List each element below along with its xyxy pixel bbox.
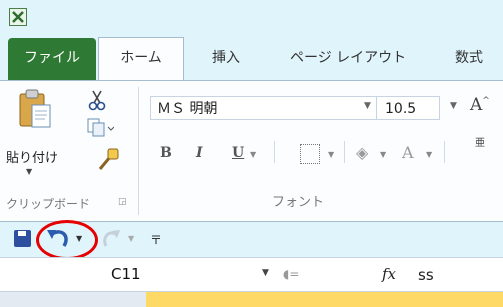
bold-button[interactable]: B (160, 145, 172, 161)
phonetic-guide-button[interactable]: 亜 (475, 137, 491, 169)
font-group-label: フォント (272, 195, 325, 210)
chevron-down-icon[interactable]: ▼ (328, 150, 334, 159)
underline-button[interactable]: U (232, 145, 244, 161)
insert-function-icon[interactable]: fx (382, 265, 396, 283)
grow-font-button[interactable]: A^ (470, 95, 490, 115)
fill-color-icon[interactable]: ◈ (356, 143, 368, 162)
formula-bar: C11 ▼ ◖= fx ss (0, 257, 503, 292)
paste-button[interactable]: 貼り付け ▼ (6, 89, 62, 189)
highlight-circle (36, 220, 98, 260)
chevron-down-icon[interactable]: ▼ (250, 150, 256, 159)
chevron-down-icon[interactable]: ▼ (128, 234, 134, 243)
chevron-down-icon[interactable]: ▼ (262, 268, 269, 278)
title-bar (0, 0, 503, 38)
tab-page-layout[interactable]: ページ レイアウト (290, 38, 410, 80)
save-icon-slot (18, 231, 26, 236)
customize-qat-icon[interactable]: 〒 (150, 231, 162, 248)
excel-app-icon[interactable] (9, 8, 27, 26)
font-size-combobox[interactable]: 10.5 (376, 96, 440, 120)
italic-button[interactable]: I (196, 145, 203, 161)
ribbon: 貼り付け ▼ クリップボード ◲ ＭＳ 明朝 ▼ 10.5 ▼ A^ B I U… (0, 80, 503, 222)
formula-input[interactable]: ss (418, 264, 503, 286)
tab-formulas[interactable]: 数式 (455, 38, 503, 80)
chevron-down-icon[interactable]: ▼ (380, 150, 386, 159)
font-group: ＭＳ 明朝 ▼ 10.5 ▼ A^ B I U ▼ ▼ ◈ ▼ A ▼ 亜 フォ… (140, 81, 503, 221)
column-header[interactable] (26, 292, 87, 307)
separator (444, 141, 445, 163)
group-separator (138, 87, 139, 215)
redo-icon[interactable] (100, 226, 126, 252)
tab-home[interactable]: ホーム (98, 37, 184, 81)
clipboard-group: 貼り付け ▼ クリップボード ◲ (0, 81, 138, 221)
tab-insert[interactable]: 挿入 (212, 38, 252, 80)
ribbon-tabs: ファイル ホーム 挿入 ページ レイアウト 数式 (0, 37, 503, 81)
save-icon[interactable] (14, 230, 31, 247)
column-header-selected[interactable] (146, 292, 503, 307)
font-color-button[interactable]: A (402, 143, 414, 162)
dialog-launcher-icon[interactable]: ◲ (118, 197, 127, 207)
separator (274, 141, 275, 163)
copy-icon[interactable] (86, 117, 115, 139)
chevron-down-icon[interactable]: ▼ (450, 101, 457, 111)
column-headers (0, 291, 503, 307)
separator (344, 141, 345, 163)
paste-icon (18, 89, 52, 129)
scissors-icon[interactable] (86, 89, 108, 111)
format-painter-icon[interactable] (96, 145, 122, 175)
chevron-down-icon[interactable]: ▼ (26, 167, 32, 176)
font-name-combobox[interactable]: ＭＳ 明朝 (150, 96, 394, 120)
name-box-value: C11 (111, 265, 141, 283)
chevron-down-icon[interactable]: ▼ (364, 101, 371, 111)
chevron-down-icon[interactable]: ▼ (426, 150, 432, 159)
paste-label: 貼り付け (6, 151, 59, 166)
column-header[interactable] (86, 292, 147, 307)
borders-icon[interactable] (300, 144, 320, 164)
name-box[interactable]: C11 (3, 262, 259, 286)
select-all-corner[interactable] (0, 292, 27, 307)
formula-bar-handle[interactable]: ◖= (283, 267, 299, 281)
grow-font-label: A (470, 95, 483, 115)
tab-file[interactable]: ファイル (8, 38, 96, 80)
clipboard-group-label: クリップボード (6, 197, 91, 211)
